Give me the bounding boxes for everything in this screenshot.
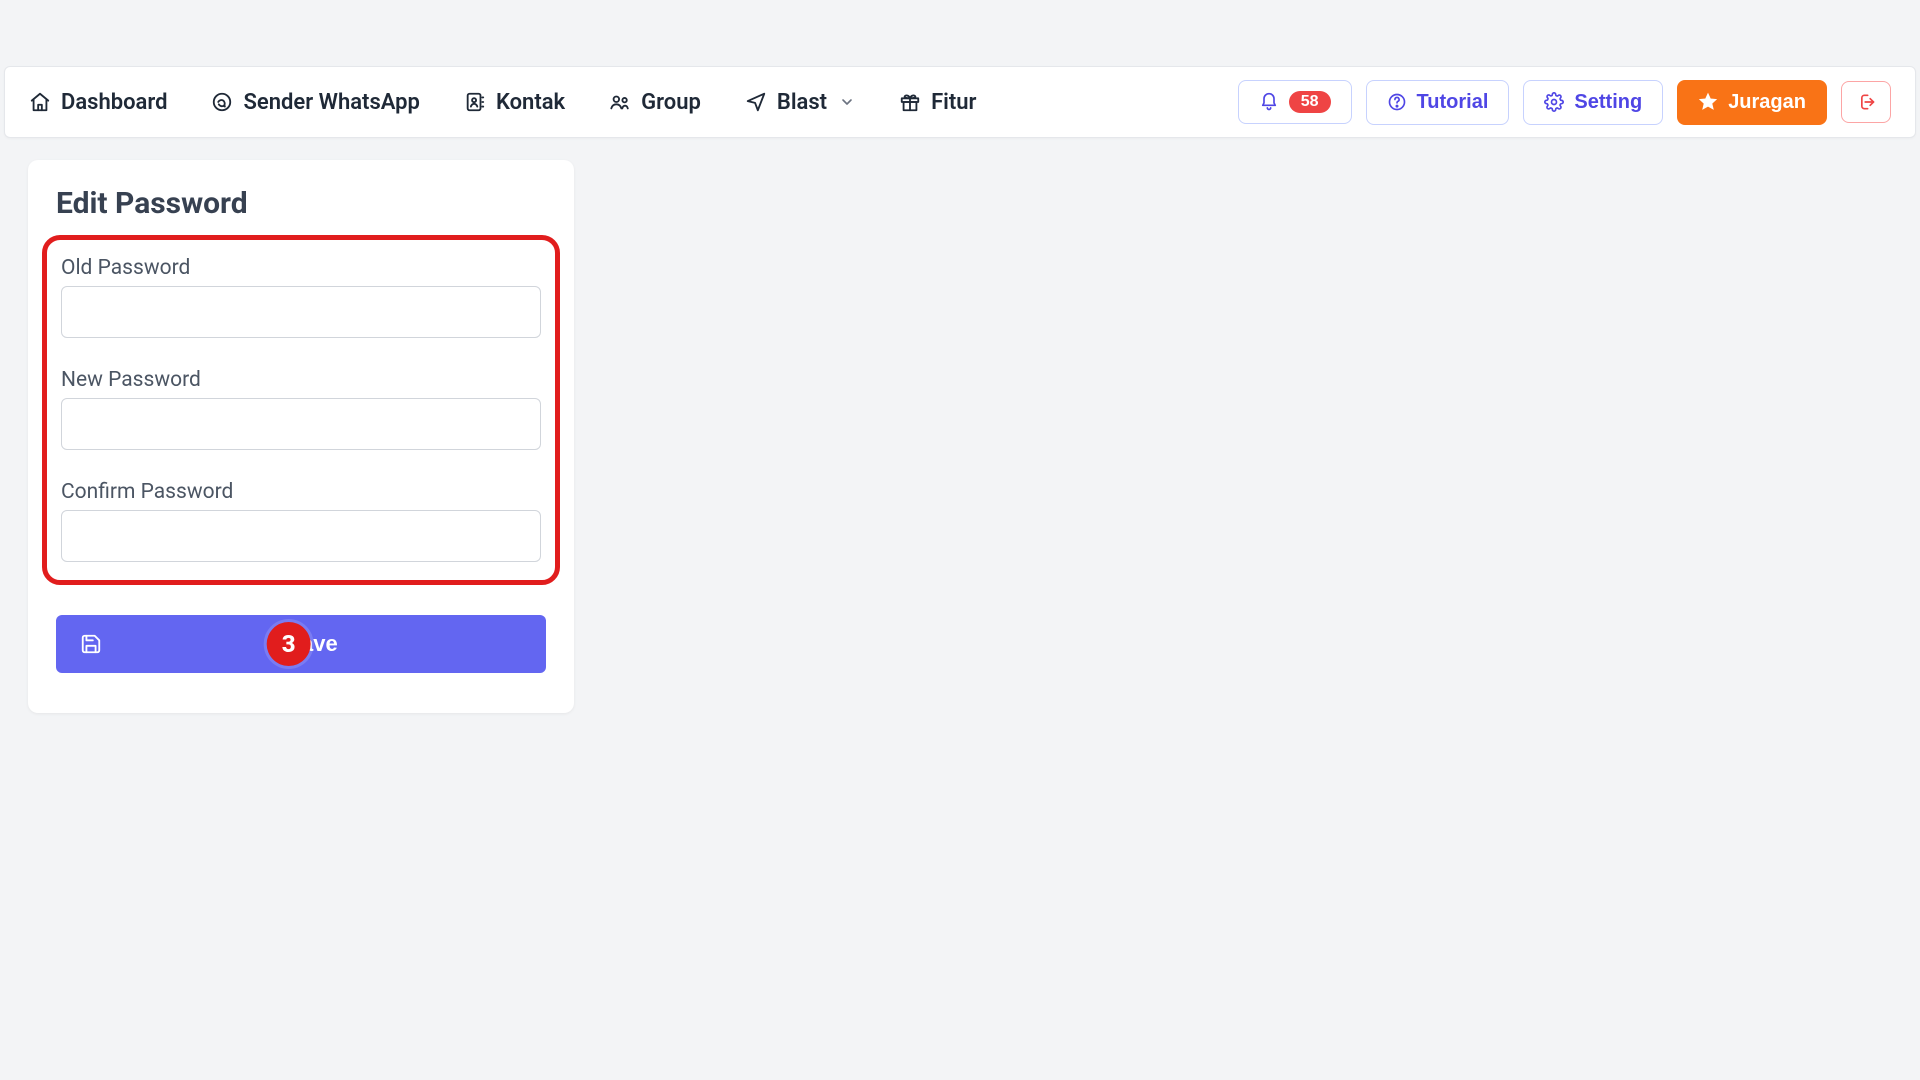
- star-icon: [1698, 92, 1718, 112]
- tutorial-label: Tutorial: [1417, 91, 1489, 114]
- nav-group[interactable]: Group: [609, 90, 701, 115]
- edit-password-card: Edit Password Old Password New Password …: [28, 160, 574, 713]
- bell-icon: [1259, 92, 1279, 112]
- gear-icon: [1544, 92, 1564, 112]
- nav-blast-label: Blast: [777, 90, 827, 115]
- logout-button[interactable]: [1841, 81, 1891, 123]
- confirm-password-label: Confirm Password: [61, 480, 541, 504]
- nav-group-label: Group: [641, 90, 701, 115]
- tutorial-button[interactable]: Tutorial: [1366, 80, 1510, 125]
- notif-badge: 58: [1289, 91, 1331, 113]
- nav-dashboard[interactable]: Dashboard: [29, 90, 167, 115]
- nav-sender-label: Sender WhatsApp: [243, 90, 419, 115]
- whatsapp-icon: [211, 91, 233, 113]
- nav-kontak-label: Kontak: [496, 90, 565, 115]
- send-icon: [745, 91, 767, 113]
- gift-icon: [899, 91, 921, 113]
- content: Edit Password Old Password New Password …: [0, 138, 1920, 735]
- setting-button[interactable]: Setting: [1523, 80, 1663, 125]
- home-icon: [29, 91, 51, 113]
- topbar: Dashboard Sender WhatsApp Kontak Group: [4, 66, 1916, 138]
- chevron-down-icon: [839, 94, 855, 110]
- nav-right: 58 Tutorial Setting Juragan: [1238, 80, 1891, 125]
- confirm-password-group: Confirm Password: [61, 480, 541, 562]
- group-icon: [609, 91, 631, 113]
- old-password-input[interactable]: [61, 286, 541, 338]
- contact-icon: [464, 91, 486, 113]
- old-password-group: Old Password: [61, 256, 541, 338]
- nav-kontak[interactable]: Kontak: [464, 90, 565, 115]
- save-row: Save 3: [56, 615, 546, 673]
- confirm-password-input[interactable]: [61, 510, 541, 562]
- juragan-button[interactable]: Juragan: [1677, 80, 1827, 125]
- nav-sender[interactable]: Sender WhatsApp: [211, 90, 419, 115]
- help-icon: [1387, 92, 1407, 112]
- step-badge: 3: [267, 622, 311, 666]
- new-password-label: New Password: [61, 368, 541, 392]
- new-password-group: New Password: [61, 368, 541, 450]
- save-icon: [80, 633, 102, 655]
- old-password-label: Old Password: [61, 256, 541, 280]
- new-password-input[interactable]: [61, 398, 541, 450]
- setting-label: Setting: [1574, 91, 1642, 114]
- notifications-button[interactable]: 58: [1238, 80, 1352, 124]
- nav-dashboard-label: Dashboard: [61, 90, 167, 115]
- card-title: Edit Password: [56, 186, 546, 221]
- nav-fitur-label: Fitur: [931, 90, 976, 115]
- nav-left: Dashboard Sender WhatsApp Kontak Group: [29, 90, 976, 115]
- nav-fitur[interactable]: Fitur: [899, 90, 976, 115]
- nav-blast[interactable]: Blast: [745, 90, 855, 115]
- highlighted-fields: Old Password New Password Confirm Passwo…: [42, 235, 560, 585]
- juragan-label: Juragan: [1728, 91, 1806, 114]
- logout-icon: [1856, 92, 1876, 112]
- save-label: Save: [102, 631, 522, 657]
